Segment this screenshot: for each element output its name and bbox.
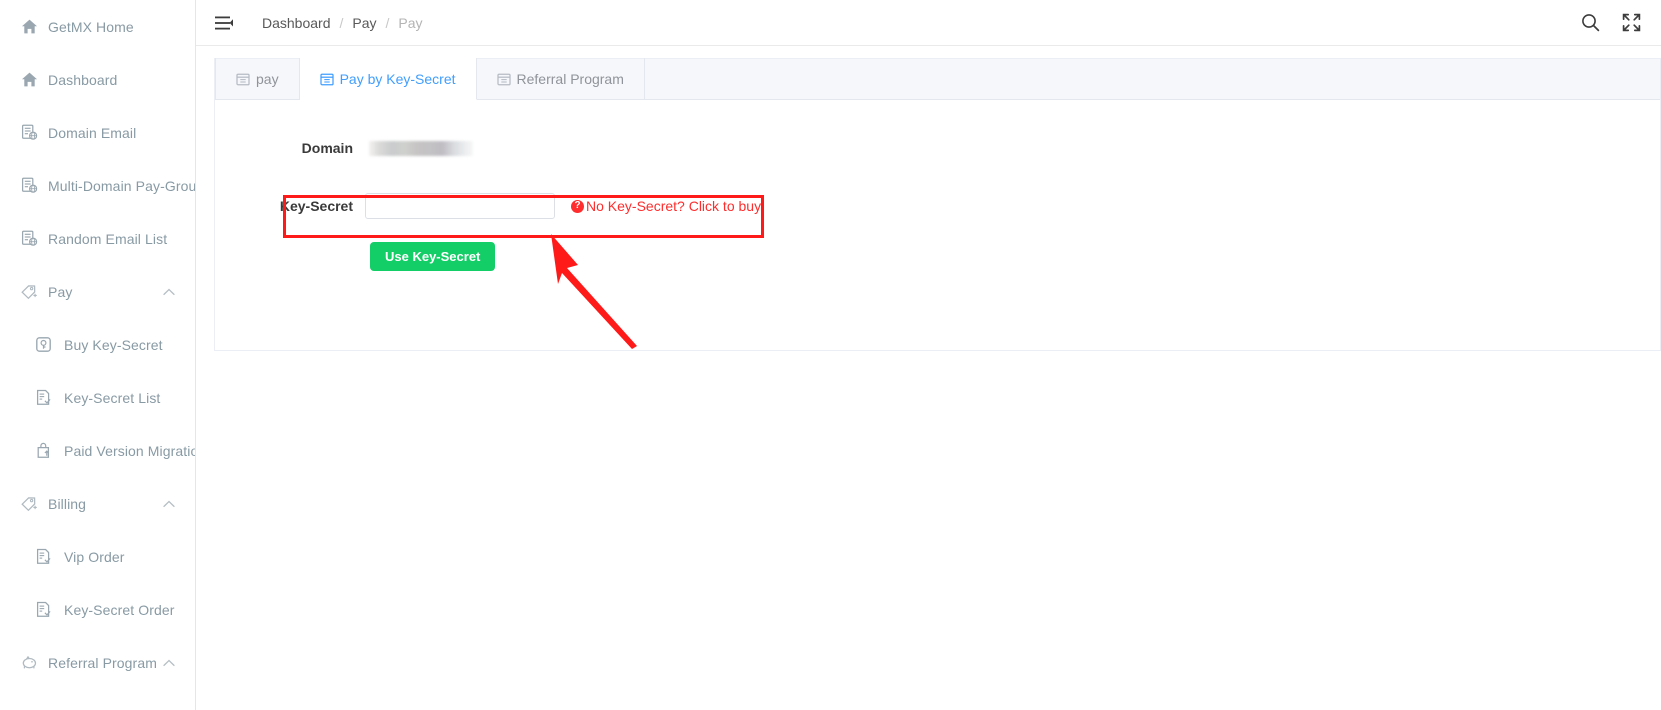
piggy-icon — [20, 654, 38, 672]
breadcrumb-item-pay[interactable]: Pay — [352, 15, 376, 31]
sidebar-item-domain-email[interactable]: Domain Email — [0, 106, 195, 159]
sidebar-item-pay[interactable]: Pay — [0, 265, 195, 318]
calendar-icon — [319, 72, 334, 86]
home-icon — [20, 18, 38, 36]
chevron-up-icon[interactable] — [163, 500, 175, 508]
sidebar-item-label: Key-Secret List — [64, 389, 161, 406]
list-doc-icon — [34, 601, 52, 619]
sidebar-item-label: Vip Order — [64, 548, 125, 565]
upload-bag-icon — [34, 442, 52, 460]
domain-row: Domain — [215, 128, 1660, 168]
sidebar-item-label: Referral Program — [48, 654, 157, 671]
tab-referral-program[interactable]: Referral Program — [477, 58, 645, 99]
sidebar: GetMX Home Dashboard Domain Email Multi-Dom… — [0, 0, 196, 710]
tab-pay[interactable]: pay — [215, 58, 300, 99]
pay-tag-icon — [20, 283, 38, 301]
sidebar-item-label: Pay — [48, 283, 73, 300]
tab-label: Referral Program — [516, 70, 624, 87]
sidebar-item-getmx-home[interactable]: GetMX Home — [0, 0, 195, 53]
list-doc-icon — [34, 389, 52, 407]
sidebar-item-referral-program[interactable]: Referral Program — [0, 636, 195, 689]
key-secret-input[interactable] — [365, 193, 555, 219]
pay-tag-icon — [20, 495, 38, 513]
sidebar-item-label: GetMX Home — [48, 18, 134, 35]
breadcrumb-separator: / — [339, 14, 344, 31]
chevron-up-icon[interactable] — [163, 659, 175, 667]
chevron-up-icon[interactable] — [163, 288, 175, 296]
sidebar-item-key-secret-list[interactable]: Key-Secret List — [0, 371, 195, 424]
buy-key-secret-link[interactable]: ? No Key-Secret? Click to buy — [571, 198, 761, 214]
domain-mail-icon — [20, 124, 38, 142]
breadcrumb: Dashboard / Pay / Pay — [262, 15, 423, 31]
sidebar-item-billing[interactable]: Billing — [0, 477, 195, 530]
sidebar-item-multi-domain-pay-group[interactable]: Multi-Domain Pay-Group — [0, 159, 195, 212]
use-key-secret-button[interactable]: Use Key-Secret — [370, 242, 496, 271]
calendar-icon — [236, 72, 250, 86]
main-region: Dashboard / Pay / Pay pay Pay by Key-Sec… — [196, 0, 1661, 710]
home-icon — [20, 71, 38, 89]
hamburger-collapse-icon[interactable] — [214, 13, 234, 33]
sidebar-item-label: Domain Email — [48, 124, 137, 141]
sidebar-item-label: Multi-Domain Pay-Group — [48, 177, 196, 194]
buy-key-secret-link-label: No Key-Secret? Click to buy — [586, 198, 762, 214]
tab-bar: pay Pay by Key-Secret Referral Program — [215, 58, 1660, 100]
tab-pay-by-key-secret[interactable]: Pay by Key-Secret — [299, 58, 477, 100]
key-secret-row: Key-Secret ? No Key-Secret? Click to buy — [215, 186, 1660, 226]
sidebar-item-paid-version-migration[interactable]: Paid Version Migration — [0, 424, 195, 477]
calendar-icon — [496, 72, 511, 86]
app-root: GetMX Home Dashboard Domain Email Multi-Dom… — [0, 0, 1661, 710]
list-doc-icon — [34, 548, 52, 566]
domain-mail-icon — [20, 177, 38, 195]
tab-label: pay — [256, 70, 279, 87]
domain-mail-icon — [20, 230, 38, 248]
breadcrumb-item-dashboard[interactable]: Dashboard — [262, 15, 331, 31]
domain-label: Domain — [301, 140, 353, 156]
top-bar-actions — [1581, 13, 1641, 32]
top-bar: Dashboard / Pay / Pay — [196, 0, 1661, 46]
sidebar-item-label: Random Email List — [48, 230, 168, 247]
sidebar-item-dashboard[interactable]: Dashboard — [0, 53, 195, 106]
sidebar-item-label: Dashboard — [48, 71, 118, 88]
tab-label: Pay by Key-Secret — [339, 70, 456, 87]
sidebar-item-label: Paid Version Migration — [64, 442, 196, 459]
key-box-icon — [34, 336, 52, 354]
submit-row: Use Key-Secret — [215, 242, 1660, 271]
content-card: pay Pay by Key-Secret Referral Program Dom… — [214, 58, 1661, 351]
sidebar-item-buy-key-secret[interactable]: Buy Key-Secret — [0, 318, 195, 371]
domain-value-redacted — [369, 140, 473, 156]
sidebar-item-label: Buy Key-Secret — [64, 336, 163, 353]
search-icon[interactable] — [1581, 13, 1600, 32]
key-secret-form: Domain Key-Secret ? No Key-Secret? Click… — [215, 100, 1660, 271]
fullscreen-icon[interactable] — [1622, 13, 1641, 32]
sidebar-item-label: Billing — [48, 495, 87, 512]
key-secret-label: Key-Secret — [279, 198, 353, 214]
question-mark-icon: ? — [571, 199, 584, 213]
sidebar-item-key-secret-order[interactable]: Key-Secret Order — [0, 583, 195, 636]
sidebar-item-random-email-list[interactable]: Random Email List — [0, 212, 195, 265]
sidebar-item-label: Key-Secret Order — [64, 601, 175, 618]
sidebar-item-vip-order[interactable]: Vip Order — [0, 530, 195, 583]
breadcrumb-item-current: Pay — [398, 14, 423, 31]
breadcrumb-separator: / — [385, 14, 390, 31]
